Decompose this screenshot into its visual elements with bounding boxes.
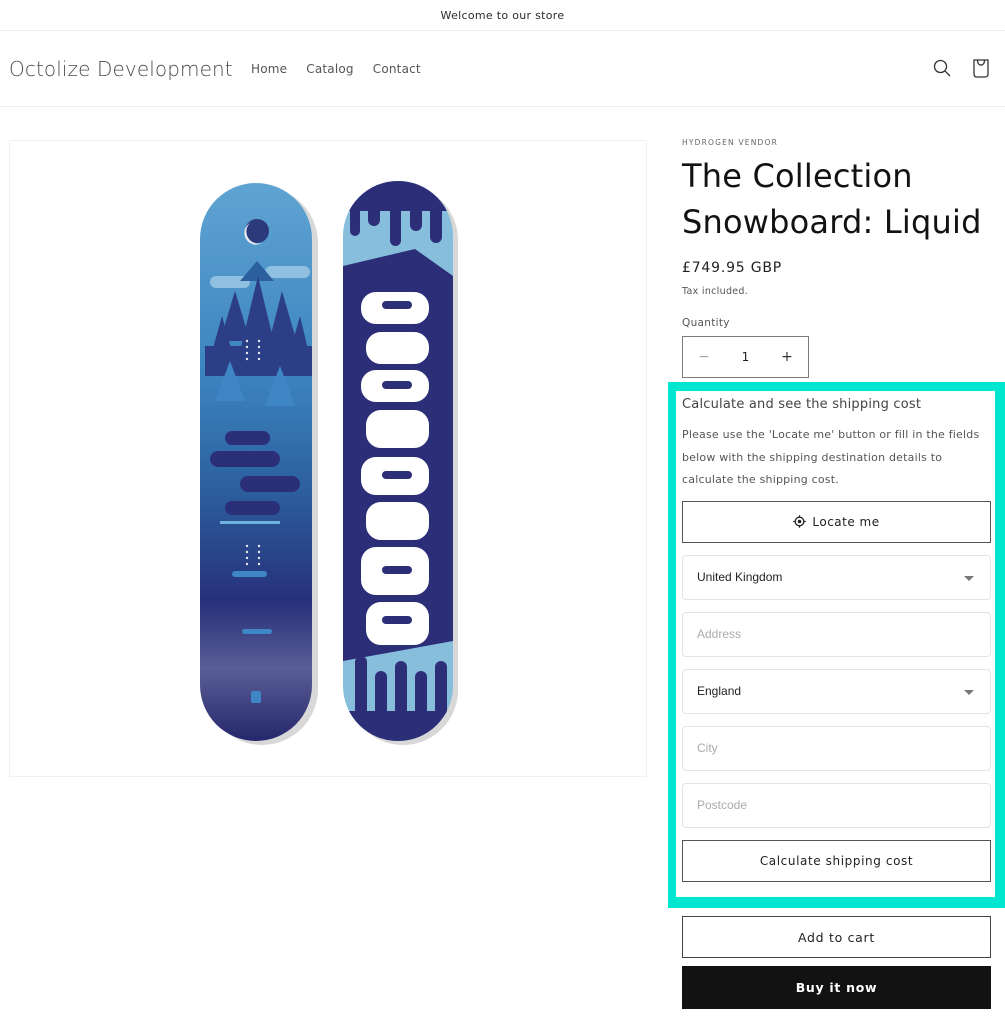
snowboard-image [200,181,458,745]
country-value: United Kingdom [697,570,783,584]
chevron-down-icon [964,575,974,581]
nav-catalog[interactable]: Catalog [306,62,353,76]
announcement-bar: Welcome to our store [0,0,1005,31]
product-info: HYDROGEN VENDOR The Collection Snowboard… [682,138,992,378]
add-to-cart-button[interactable]: Add to cart [682,916,991,958]
nav-contact[interactable]: Contact [373,62,421,76]
address-input[interactable]: Address [682,611,991,657]
announcement-text: Welcome to our store [440,8,565,22]
city-placeholder: City [697,741,718,755]
cart-icon [973,59,989,78]
store-logo[interactable]: Octolize Development [9,57,233,81]
product-image[interactable] [9,140,647,777]
quantity-label: Quantity [682,317,730,329]
address-placeholder: Address [697,627,742,641]
shipping-calculator-title: Calculate and see the shipping cost [682,397,922,412]
chevron-down-icon [964,689,974,695]
calculate-shipping-button[interactable]: Calculate shipping cost [682,839,991,882]
locate-target-icon [793,515,807,528]
quantity-increase-button[interactable]: + [766,337,808,377]
locate-me-button[interactable]: Locate me [682,500,991,543]
search-button[interactable] [931,57,953,79]
product-price: £749.95 GBP [682,260,783,276]
shipping-calculator: Calculate and see the shipping cost Plea… [682,397,991,882]
postcode-input[interactable]: Postcode [682,782,991,828]
main-nav: Home Catalog Contact [251,62,440,76]
snowboard-right [343,181,453,741]
site-header: Octolize Development Home Catalog Contac… [0,31,1005,107]
postcode-placeholder: Postcode [697,798,748,812]
locate-me-label: Locate me [812,514,880,529]
shipping-calculator-highlight: Calculate and see the shipping cost Plea… [668,382,1005,908]
nav-home[interactable]: Home [251,62,287,76]
country-select[interactable]: United Kingdom [682,554,991,600]
quantity-input[interactable] [725,350,766,364]
city-input[interactable]: City [682,725,991,771]
tax-note: Tax included. [682,286,749,297]
quantity-stepper: − + [682,336,809,378]
quantity-decrease-button[interactable]: − [683,337,725,377]
search-icon [933,59,951,77]
cart-button[interactable] [970,57,992,79]
snowboard-left [200,183,312,741]
region-value: England [697,684,742,698]
shipping-calculator-description: Please use the 'Locate me' button or fil… [682,428,980,486]
region-select[interactable]: England [682,668,991,714]
buy-it-now-button[interactable]: Buy it now [682,966,991,1009]
product-vendor: HYDROGEN VENDOR [682,138,779,147]
product-title: The Collection Snowboard: Liquid [682,157,982,241]
